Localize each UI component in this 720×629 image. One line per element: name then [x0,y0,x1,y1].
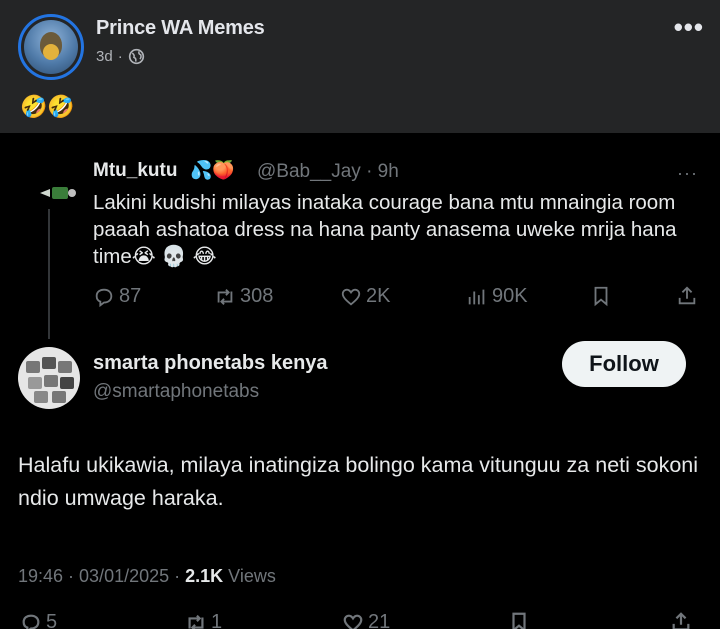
main-actions-bar: 5 1 21 [0,609,720,629]
share-action[interactable] [676,285,698,307]
main-author-avatar[interactable] [18,347,80,409]
quoted-author-name[interactable]: Mtu_kutu [93,160,177,182]
tweet-timestamp-views: 19:46 · 03/01/2025 · 2.1K Views [18,566,276,587]
post-meta: 3d · [96,48,145,65]
quoted-tweet-text: Lakini kudishi milayas inataka courage b… [93,191,677,268]
page-avatar[interactable] [18,14,84,80]
views-chart-icon [468,289,485,304]
more-options-icon[interactable]: ••• [674,14,704,40]
retweet-icon [188,614,204,629]
post-caption: 🤣🤣 [20,94,75,119]
retweet-count: 308 [240,285,274,307]
quoted-handle-time[interactable]: @Bab__Jay · 9h [257,161,399,183]
bookmark-action[interactable] [590,285,612,307]
bird-avatar-image [24,20,78,74]
follow-button[interactable]: Follow [562,341,686,387]
post-time[interactable]: 3d [96,48,113,65]
bookmark-icon [512,612,526,629]
tweet-timestamp[interactable]: 19:46 · 03/01/2025 · [18,566,185,586]
globe-icon [128,48,144,65]
reply-count: 87 [119,285,142,307]
main-share-action[interactable] [670,611,692,629]
views-count: 90K [492,285,528,307]
share-icon [678,286,696,305]
main-bookmark-action[interactable] [508,611,530,629]
share-icon [672,612,690,629]
main-reply-count: 5 [46,611,58,629]
quoted-author-emojis: 💦🍑 [190,160,235,180]
main-retweet-action[interactable]: 1 [185,611,222,629]
tweet-screenshot: Mtu_kutu 💦🍑 @Bab__Jay · 9h ··· Lakini ku… [0,133,720,629]
views-action[interactable]: 90K [466,285,528,308]
reply-action[interactable]: 87 [93,285,141,308]
reply-icon [95,288,113,307]
main-retweet-count: 1 [211,611,223,629]
main-tweet-text: Halafu ukikawia, milaya inatingiza bolin… [18,453,699,510]
retweet-icon [217,288,233,305]
main-author-name[interactable]: smarta phonetabs kenya [93,352,328,375]
thread-line [48,209,50,339]
facebook-post-header: Prince WA Memes 3d · ••• 🤣🤣 [0,0,720,133]
main-reply-action[interactable]: 5 [20,611,57,629]
main-author-handle[interactable]: @smartaphonetabs [93,381,259,403]
quoted-avatar-icon [40,187,76,199]
main-like-action[interactable]: 21 [342,611,390,629]
like-action[interactable]: 2K [340,285,390,308]
heart-icon [341,288,361,306]
main-like-count: 21 [368,611,391,629]
page-name[interactable]: Prince WA Memes [96,17,265,40]
reply-icon [22,614,40,629]
views-label: Views [223,566,276,586]
view-count: 2.1K [185,566,224,586]
bookmark-icon [594,286,608,307]
like-count: 2K [366,285,391,307]
quoted-more-icon[interactable]: ··· [677,163,698,184]
retweet-action[interactable]: 308 [214,285,273,308]
meta-separator: · [117,48,123,65]
heart-icon [343,614,363,629]
quoted-actions-bar: 87 308 2K 90K [0,285,720,315]
